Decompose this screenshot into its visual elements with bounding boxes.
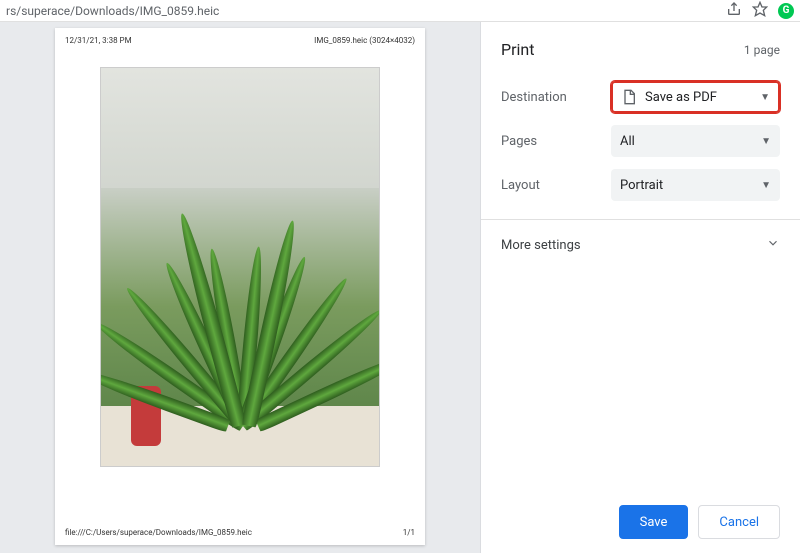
print-panel: Print 1 page Destination Save as PDF ▼ P…	[480, 22, 800, 553]
destination-value: Save as PDF	[645, 90, 717, 105]
extension-grammarly-icon[interactable]: G	[778, 3, 794, 19]
preview-page: 12/31/21, 3:38 PM IMG_0859.heic (3024×40…	[55, 28, 425, 545]
chevron-down-icon: ▼	[761, 180, 771, 191]
pdf-icon	[621, 89, 637, 105]
more-settings-toggle[interactable]: More settings	[481, 220, 800, 270]
print-preview-area: 12/31/21, 3:38 PM IMG_0859.heic (3024×40…	[0, 22, 480, 553]
layout-label: Layout	[501, 178, 611, 193]
star-icon[interactable]	[752, 1, 768, 21]
preview-image	[100, 67, 380, 467]
preview-filename: IMG_0859.heic (3024×4032)	[314, 36, 415, 45]
layout-select[interactable]: Portrait ▼	[611, 169, 780, 201]
pages-select[interactable]: All ▼	[611, 125, 780, 157]
destination-select[interactable]: Save as PDF ▼	[611, 81, 780, 113]
preview-timestamp: 12/31/21, 3:38 PM	[65, 36, 132, 45]
layout-value: Portrait	[620, 178, 663, 193]
chevron-down-icon: ▼	[761, 136, 771, 147]
cancel-button[interactable]: Cancel	[698, 505, 780, 539]
preview-footer-pagenum: 1/1	[403, 528, 415, 537]
preview-footer-path: file:///C:/Users/superace/Downloads/IMG_…	[65, 528, 252, 537]
chevron-down-icon	[766, 236, 780, 254]
url-text: rs/superace/Downloads/IMG_0859.heic	[6, 4, 726, 18]
save-button[interactable]: Save	[619, 505, 689, 539]
address-bar: rs/superace/Downloads/IMG_0859.heic G	[0, 0, 800, 22]
share-icon[interactable]	[726, 1, 742, 21]
pages-value: All	[620, 134, 635, 149]
pages-label: Pages	[501, 134, 611, 149]
destination-label: Destination	[501, 90, 611, 105]
more-settings-label: More settings	[501, 238, 581, 253]
chevron-down-icon: ▼	[760, 92, 770, 103]
panel-title: Print	[501, 40, 534, 59]
page-count: 1 page	[744, 43, 780, 57]
